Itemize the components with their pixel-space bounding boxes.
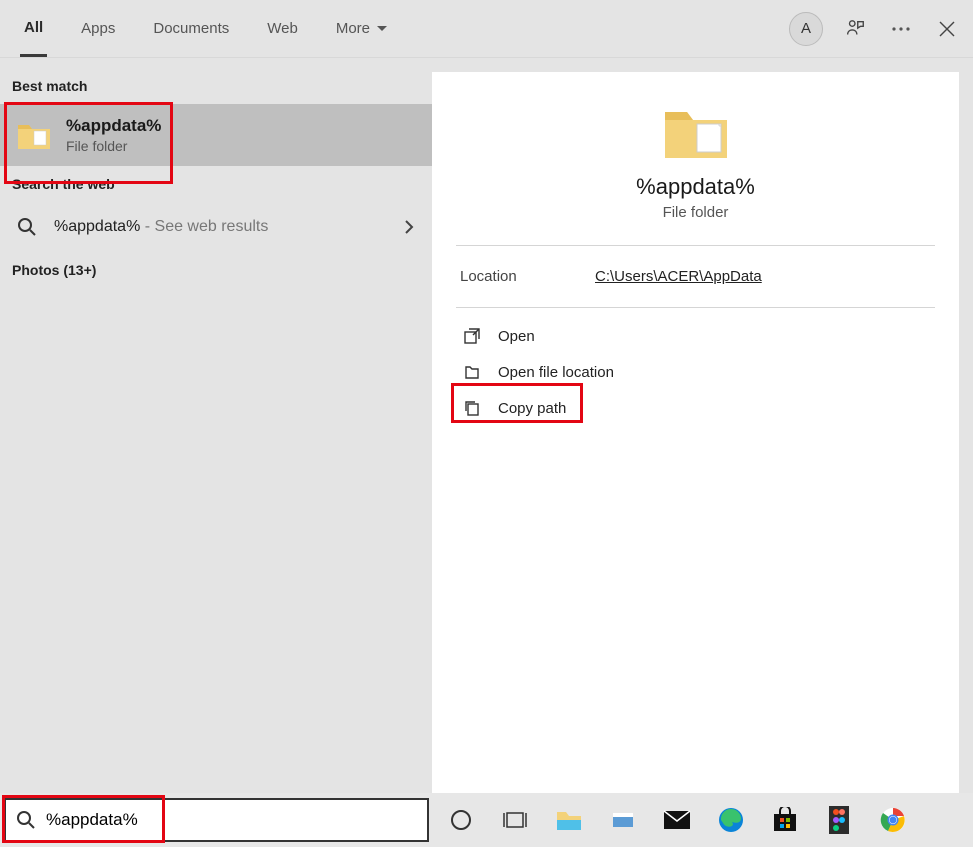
search-icon	[16, 810, 36, 830]
caret-down-icon	[376, 25, 388, 33]
avatar[interactable]: A	[789, 12, 823, 46]
top-bar: All Apps Documents Web More A	[0, 0, 973, 58]
search-icon	[16, 216, 38, 238]
web-result-row[interactable]: %appdata% - See web results	[0, 202, 432, 252]
feedback-icon[interactable]	[841, 15, 869, 43]
action-copy-path[interactable]: Copy path	[456, 390, 935, 426]
task-view-icon[interactable]	[497, 802, 533, 838]
best-match-header: Best match	[0, 68, 432, 104]
photos-header[interactable]: Photos (13+)	[0, 252, 432, 288]
more-options-icon[interactable]	[887, 15, 915, 43]
web-result-text: %appdata% - See web results	[54, 218, 388, 236]
tab-web[interactable]: Web	[263, 2, 302, 55]
settings-app-icon[interactable]	[605, 802, 641, 838]
action-copy-path-label: Copy path	[498, 400, 566, 417]
close-icon[interactable]	[933, 15, 961, 43]
action-open[interactable]: Open	[456, 318, 935, 354]
web-result-suffix: - See web results	[140, 218, 268, 235]
store-icon[interactable]	[767, 802, 803, 838]
location-row: Location C:\Users\ACER\AppData	[432, 246, 959, 307]
actions-list: Open Open file location	[432, 308, 959, 436]
top-controls: A	[789, 12, 961, 46]
web-result-term: %appdata%	[54, 218, 140, 235]
tab-documents[interactable]: Documents	[149, 2, 233, 55]
location-label: Location	[460, 268, 595, 285]
tab-apps[interactable]: Apps	[77, 2, 119, 55]
action-open-location-label: Open file location	[498, 364, 614, 381]
file-explorer-icon[interactable]	[551, 802, 587, 838]
search-input[interactable]	[46, 810, 417, 830]
preview-header: %appdata% File folder	[432, 72, 959, 245]
filter-tabs: All Apps Documents Web More	[20, 1, 789, 57]
tab-more[interactable]: More	[332, 2, 392, 55]
best-match-text: %appdata% File folder	[66, 116, 161, 154]
folder-icon	[16, 119, 52, 151]
results-panel: Best match %appdata% File folder Search …	[0, 58, 432, 793]
taskbar-icons	[433, 802, 911, 838]
best-match-result[interactable]: %appdata% File folder	[0, 104, 432, 166]
chevron-right-icon	[404, 219, 418, 235]
best-match-title: %appdata%	[66, 116, 161, 136]
edge-icon[interactable]	[713, 802, 749, 838]
open-icon	[462, 326, 482, 346]
taskbar	[0, 793, 973, 847]
tab-all[interactable]: All	[20, 1, 47, 57]
preview-title: %appdata%	[636, 174, 755, 200]
search-web-header: Search the web	[0, 166, 432, 202]
location-value[interactable]: C:\Users\ACER\AppData	[595, 268, 762, 285]
cortana-icon[interactable]	[443, 802, 479, 838]
open-location-icon	[462, 362, 482, 382]
tab-more-label: More	[336, 20, 370, 37]
chrome-icon[interactable]	[875, 802, 911, 838]
preview-panel: %appdata% File folder Location C:\Users\…	[432, 72, 959, 793]
mail-icon[interactable]	[659, 802, 695, 838]
preview-subtitle: File folder	[663, 204, 729, 221]
best-match-subtitle: File folder	[66, 138, 161, 154]
folder-icon	[661, 102, 731, 162]
taskbar-search-box[interactable]	[4, 798, 429, 842]
action-open-label: Open	[498, 328, 535, 345]
figma-icon[interactable]	[821, 802, 857, 838]
copy-path-icon	[462, 398, 482, 418]
action-open-location[interactable]: Open file location	[456, 354, 935, 390]
